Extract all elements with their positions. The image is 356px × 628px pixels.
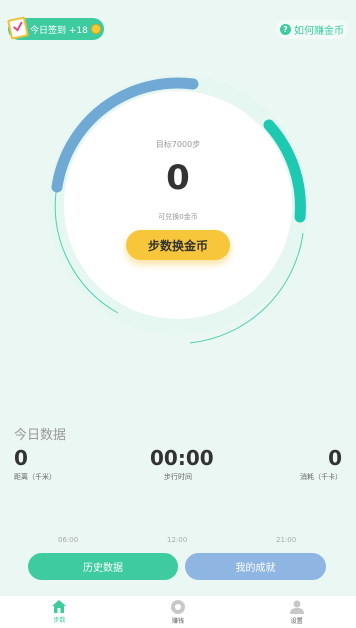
tab-label: 赚钱 <box>172 617 185 625</box>
walk-time-value: 00:00 <box>150 446 214 470</box>
time-axis-label: 21:00 <box>276 536 297 544</box>
how-to-earn-label: 如何赚金币 <box>294 26 344 37</box>
today-data-title: 今日数据 <box>14 428 67 443</box>
user-icon <box>289 600 304 614</box>
exchangeable-coins-text: 可兑换0金币 <box>158 213 198 221</box>
history-data-button[interactable]: 历史数据 <box>28 553 178 580</box>
coin-icon <box>90 24 101 34</box>
calendar-icon <box>7 16 29 40</box>
tab-label: 步数 <box>53 617 66 624</box>
coin-icon <box>171 599 185 614</box>
distance-value: 0 <box>14 446 28 470</box>
tab-label: 设置 <box>290 617 303 625</box>
walk-time-stat: 00:00 步行时间 <box>150 446 214 482</box>
walk-time-label: 步行时间 <box>164 473 192 481</box>
calorie-label: 消耗（千卡） <box>300 473 342 481</box>
question-icon: ? <box>280 24 291 35</box>
home-icon <box>52 600 67 613</box>
tab-settings[interactable]: 设置 <box>237 596 356 628</box>
calorie-stat: 0 消耗（千卡） <box>300 446 342 482</box>
distance-stat: 0 距离（千米） <box>14 446 56 482</box>
step-dial: 目标7000步 0 可兑换0金币 步数换金币 <box>0 55 356 355</box>
exchange-steps-button[interactable]: 步数换金币 <box>126 230 230 260</box>
daily-checkin-button[interactable]: 今日签到 +18 <box>7 16 104 40</box>
step-count: 0 <box>166 158 190 198</box>
goal-text: 目标7000步 <box>155 140 201 149</box>
bottom-tab-bar: 步数 赚钱 设置 <box>0 596 356 628</box>
tab-steps[interactable]: 步数 <box>0 596 119 628</box>
dial-graphic <box>48 75 308 344</box>
distance-label: 距离（千米） <box>14 473 56 481</box>
time-axis-label: 12:00 <box>167 536 188 544</box>
tab-earn[interactable]: 赚钱 <box>119 596 238 628</box>
my-achievements-button[interactable]: 我的成就 <box>185 553 326 580</box>
checkin-label: 今日签到 +18 <box>30 25 88 36</box>
time-axis-label: 06:00 <box>58 536 79 544</box>
calorie-value: 0 <box>328 446 342 470</box>
how-to-earn-link[interactable]: ? 如何赚金币 <box>276 20 348 39</box>
